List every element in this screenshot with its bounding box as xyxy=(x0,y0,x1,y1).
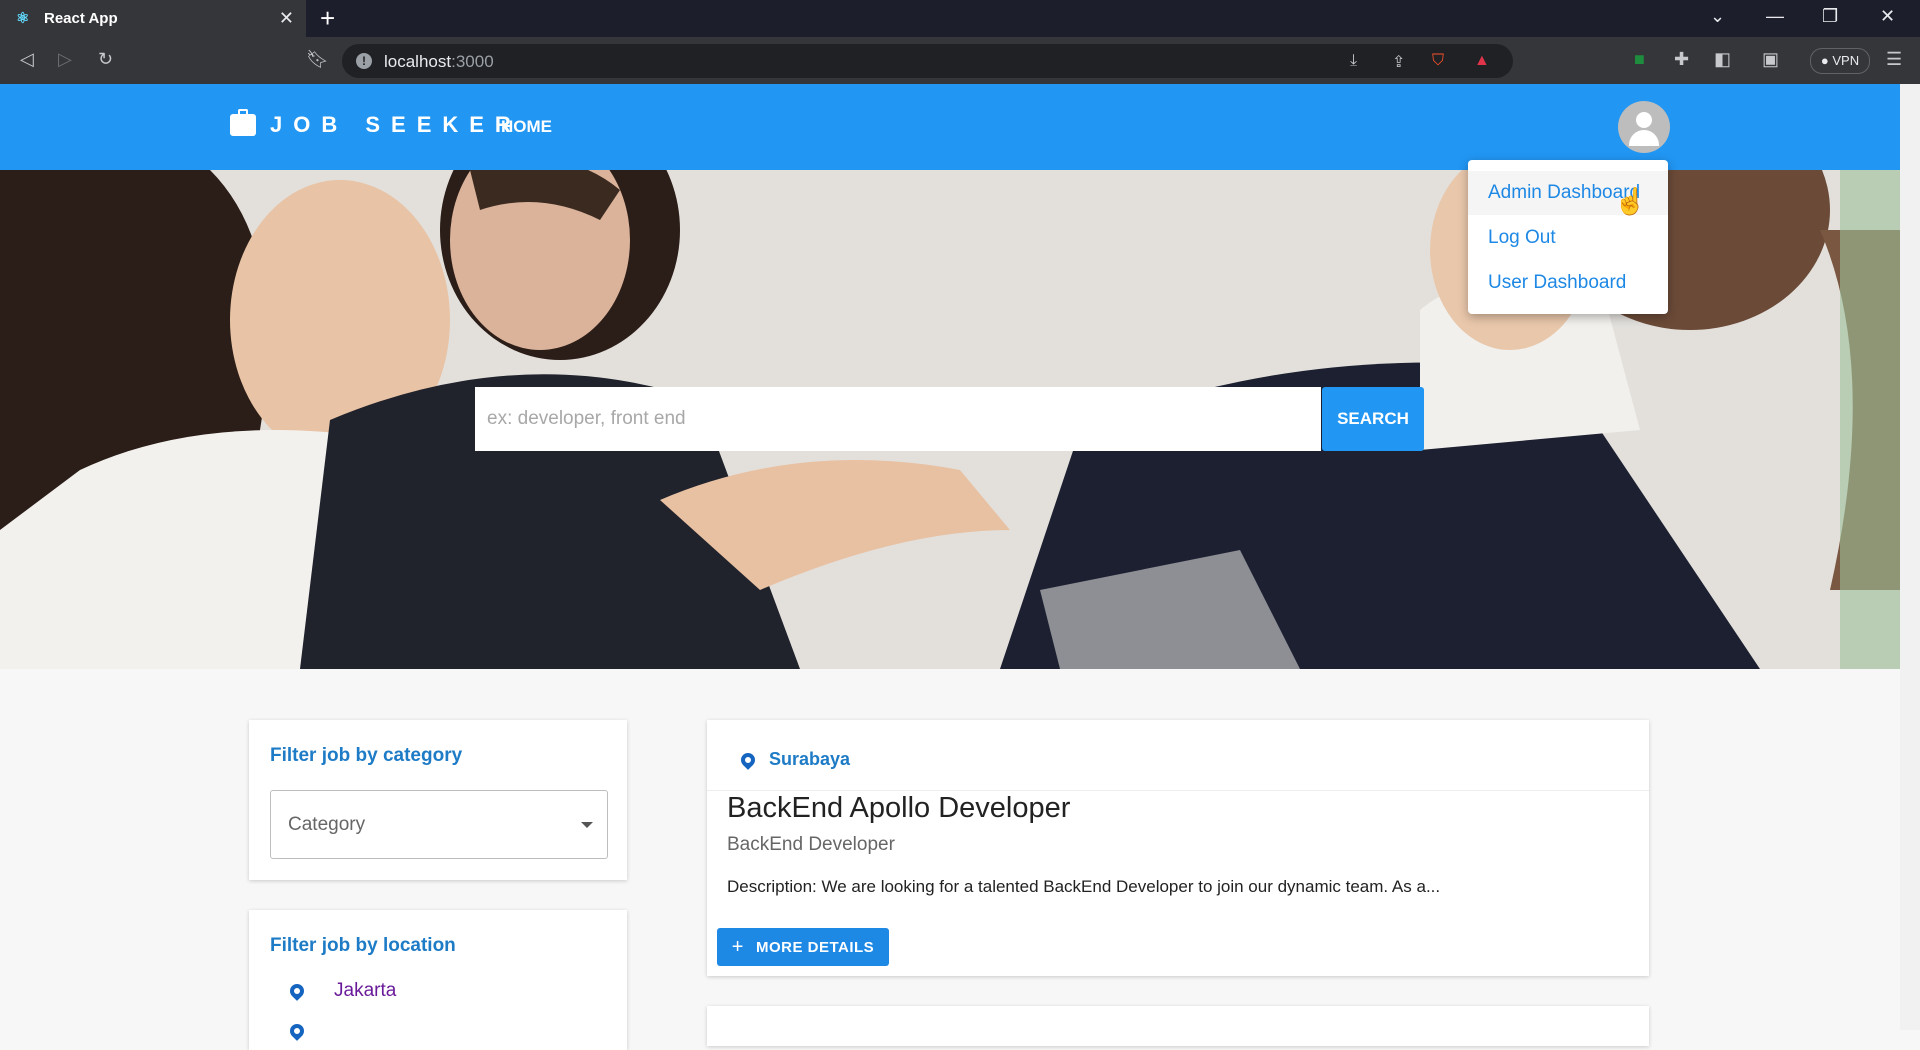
location-pin-icon xyxy=(287,1021,307,1041)
react-favicon-icon: ⚛ xyxy=(16,9,30,27)
vpn-button[interactable]: ● VPN xyxy=(1810,48,1870,74)
forward-icon[interactable]: ▷ xyxy=(58,49,72,70)
wallet-icon[interactable]: ▣ xyxy=(1762,49,1779,70)
share-icon[interactable]: ⇪ xyxy=(1392,52,1405,72)
restore-icon[interactable]: ❐ xyxy=(1822,6,1838,27)
briefcase-icon xyxy=(230,109,256,136)
dropdown-arrow-icon xyxy=(581,822,593,828)
location-item[interactable] xyxy=(287,1021,307,1041)
job-card: Surabaya BackEnd Apollo Developer BackEn… xyxy=(707,720,1649,976)
job-category: BackEnd Developer xyxy=(727,834,895,855)
close-tab-icon[interactable]: ✕ xyxy=(279,8,294,29)
plus-icon: + xyxy=(731,935,744,958)
tab-search-icon[interactable]: ⌄ xyxy=(1710,6,1725,27)
reload-icon[interactable]: ↻ xyxy=(98,49,113,70)
category-filter-title: Filter job by category xyxy=(270,745,463,766)
browser-tab-bar: ⚛ React App ✕ + ⌄ — ❐ ✕ xyxy=(0,0,1920,37)
job-title: BackEnd Apollo Developer xyxy=(727,792,1071,824)
browser-toolbar: ◁ ▷ ↻ 🔖︎ ! localhost:3000 ⤓ ⇪ ⛉ ▲ ■ ✚ ◧ … xyxy=(0,37,1920,84)
url-text: localhost:3000 xyxy=(384,52,494,71)
category-select[interactable]: Category xyxy=(270,790,608,859)
back-icon[interactable]: ◁ xyxy=(20,49,34,70)
extension-icon[interactable]: ■ xyxy=(1634,49,1645,70)
app-header: JOB SEEKER HOME xyxy=(0,84,1900,170)
user-menu-dropdown: Admin Dashboard Log Out User Dashboard xyxy=(1468,160,1668,314)
more-details-button[interactable]: + MORE DETAILS xyxy=(717,928,889,966)
location-filter-card: Filter job by location Jakarta xyxy=(249,910,627,1050)
page-scrollbar[interactable] xyxy=(1900,84,1920,1030)
tab-title: React App xyxy=(44,10,118,27)
more-details-label: MORE DETAILS xyxy=(755,938,875,956)
logo-text: JOB SEEKER xyxy=(270,112,522,137)
job-description: Description: We are looking for a talent… xyxy=(727,877,1441,896)
job-card xyxy=(707,1006,1649,1046)
user-avatar-button[interactable] xyxy=(1618,101,1670,153)
nav-home-link[interactable]: HOME xyxy=(501,117,552,137)
job-location: Surabaya xyxy=(738,749,851,770)
browser-tab[interactable]: ⚛ React App ✕ xyxy=(0,0,306,37)
location-pin-icon xyxy=(287,981,307,1001)
address-bar[interactable]: ! localhost:3000 ⤓ ⇪ ⛉ ▲ xyxy=(342,44,1513,78)
search-input[interactable] xyxy=(475,387,1321,451)
menu-item-log-out[interactable]: Log Out xyxy=(1468,216,1668,260)
category-filter-card: Filter job by category Category xyxy=(249,720,627,880)
location-item[interactable]: Jakarta xyxy=(287,980,397,1002)
location-filter-title: Filter job by location xyxy=(270,935,456,956)
extensions-puzzle-icon[interactable]: ✚ xyxy=(1674,49,1689,70)
close-window-icon[interactable]: ✕ xyxy=(1880,6,1895,27)
minimize-icon[interactable]: — xyxy=(1766,6,1784,27)
menu-item-user-dashboard[interactable]: User Dashboard xyxy=(1468,261,1668,305)
install-icon[interactable]: ⤓ xyxy=(1350,52,1357,70)
site-info-icon[interactable]: ! xyxy=(356,53,372,69)
location-pin-icon xyxy=(738,749,758,770)
location-label: Jakarta xyxy=(334,980,397,1001)
new-tab-icon[interactable]: + xyxy=(320,4,335,32)
menu-icon[interactable]: ☰ xyxy=(1886,49,1902,70)
sidebar-icon[interactable]: ◧ xyxy=(1714,49,1731,70)
hand-cursor-icon: ☝ xyxy=(1614,186,1647,216)
brave-rewards-icon[interactable]: ▲ xyxy=(1474,52,1490,70)
job-location-label: Surabaya xyxy=(769,749,851,769)
divider xyxy=(707,790,1649,791)
person-icon xyxy=(1636,112,1652,128)
brave-shield-icon[interactable]: ⛉ xyxy=(1432,52,1444,70)
bookmark-icon[interactable]: 🔖︎ xyxy=(306,49,329,70)
category-select-label: Category xyxy=(288,814,366,835)
logo[interactable]: JOB SEEKER xyxy=(230,109,522,138)
search-button[interactable]: SEARCH xyxy=(1322,387,1424,451)
